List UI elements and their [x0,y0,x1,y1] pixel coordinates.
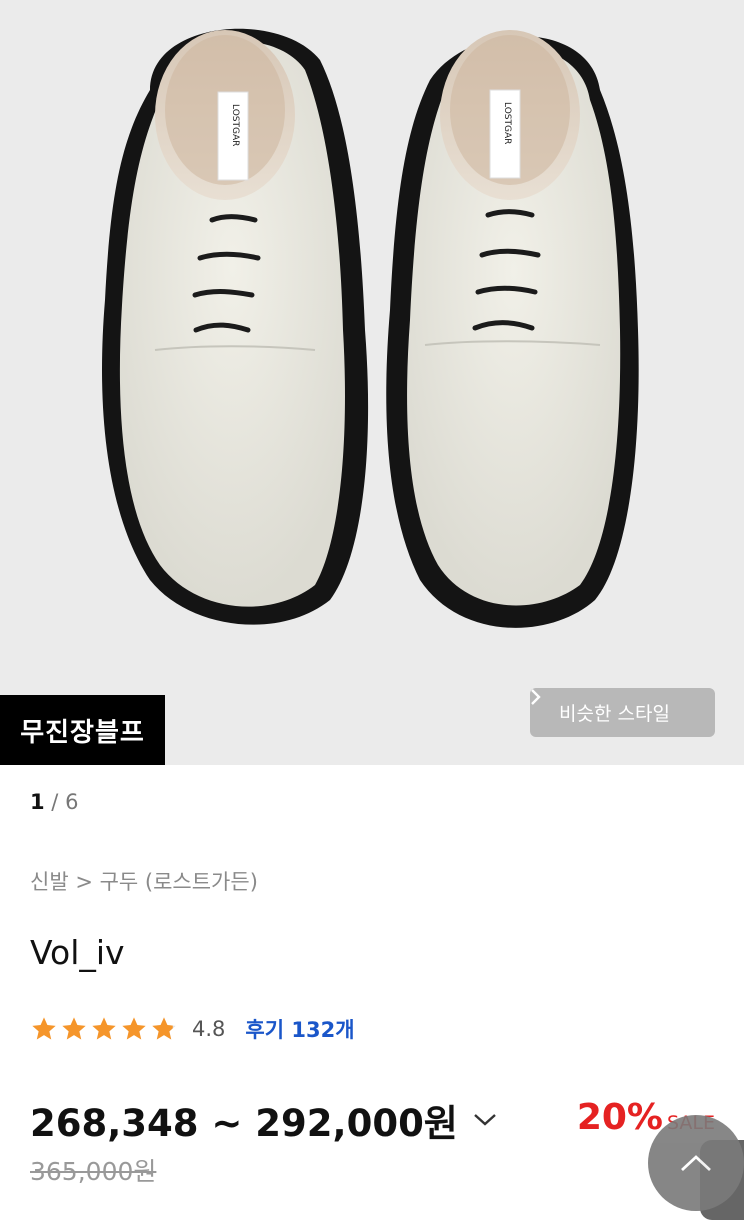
shoe-photo: LOSTGAR LOSTGAR [102,28,639,628]
original-price: 365,000원 [30,1157,157,1186]
image-pager: 1 / 6 [30,790,78,814]
chevron-down-icon[interactable] [472,1112,498,1128]
rating-row: 4.8 후기 132개 [30,1012,355,1046]
reviews-link[interactable]: 후기 132개 [245,1014,354,1044]
pager-separator: / [44,790,66,814]
product-image-carousel[interactable]: LOSTGAR LOSTGAR 무진장블프 비슷한 스타일 [0,0,744,765]
similar-style-button[interactable]: 비슷한 스타일 [530,688,715,737]
product-name: Vol_iv [30,933,125,972]
similar-style-label: 비슷한 스타일 [559,703,670,725]
pager-total: 6 [65,790,79,814]
rating-score: 4.8 [192,1017,226,1041]
star-icon [32,1017,56,1040]
price-range: 268,348 ~ 292,000원 [30,1102,458,1145]
breadcrumb[interactable]: 신발 > 구두 (로스트가든) [30,866,258,896]
scroll-to-top-button[interactable] [648,1115,744,1211]
rating-stars [30,1015,178,1043]
brand-badge: 무진장블프 [0,695,165,765]
svg-text:LOSTGAR: LOSTGAR [502,102,512,144]
pager-current: 1 [30,790,45,814]
star-icon [122,1017,146,1040]
left-shoe: LOSTGAR [102,28,369,625]
star-icon [62,1017,86,1040]
discount-percent: 20% [576,1097,663,1138]
svg-text:LOSTGAR: LOSTGAR [230,104,240,146]
chevron-up-icon [681,1155,711,1172]
star-icon [92,1017,116,1040]
price-row[interactable]: 268,348 ~ 292,000원 [30,1093,498,1147]
right-shoe: LOSTGAR [386,30,639,628]
star-half-icon [152,1017,176,1040]
